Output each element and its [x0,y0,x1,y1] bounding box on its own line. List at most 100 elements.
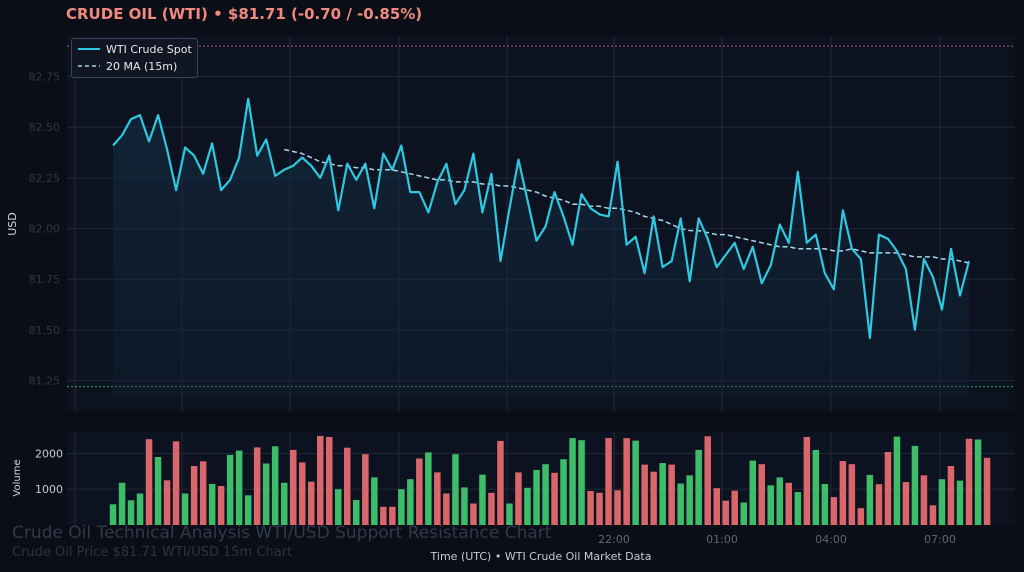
volume-bar [281,482,288,525]
price-y-tick-label: 82.25 [29,172,61,185]
price-change: (-0.70 / -0.85%) [291,5,423,23]
volume-bar [136,493,144,525]
volume-bar [668,464,675,525]
x-caption-bullet: • [494,550,502,563]
volume-bar [794,492,802,525]
volume-bar [947,466,955,525]
volume-bar [857,508,865,525]
watermark-title: Crude Oil Technical Analysis WTI/USD Sup… [12,523,552,543]
volume-bar [533,469,540,525]
volume-bar [605,438,612,525]
legend: WTI Crude Spot 20 MA (15m) [71,38,198,78]
volume-bar [974,439,982,525]
volume-bar [569,438,576,525]
volume-bar [740,502,747,525]
volume-bar [497,440,504,525]
price-y-tick-label: 81.75 [29,273,61,286]
volume-bar [362,454,369,525]
volume-bar [614,490,621,525]
volume-bar [290,449,297,525]
volume-bar [587,491,594,525]
price-y-tick-label: 82.75 [29,71,61,84]
volume-bar [452,454,459,525]
volume-bar [902,482,910,525]
volume-bar [244,495,252,525]
volume-bar [181,493,189,525]
volume-bar [398,489,405,525]
volume-bar [208,483,216,525]
volume-bar [262,463,270,525]
volume-bar [479,474,486,525]
volume-bar [686,475,693,525]
volume-bar [542,464,549,525]
volume-y-tick-label: 2000 [35,447,63,460]
price-ylabel: USD [6,212,19,236]
volume-bar [911,445,919,525]
volume-bar [524,487,531,525]
volume-bar [425,452,432,525]
volume-bar [416,458,423,525]
x-axis: 22:00 01:00 04:00 07:00 [598,533,956,546]
legend-swatch-ma [78,65,100,67]
volume-bar [875,484,883,525]
volume-bar [893,436,901,525]
price-y-tick-label: 81.50 [29,324,61,337]
legend-item-spot: WTI Crude Spot [78,42,192,56]
volume-bar [929,505,937,525]
legend-label-spot: WTI Crude Spot [106,42,192,56]
volume-bar [749,460,756,525]
volume-bar [659,463,666,525]
volume-bar [713,488,720,525]
volume-bar [190,466,198,525]
x-axis-caption: Time (UTC) • WTI Crude Oil Market Data [0,550,1024,563]
volume-bar [812,449,820,525]
volume-bar [127,500,135,525]
volume-bar [830,497,838,525]
x-caption-source: WTI Crude Oil Market Data [504,550,652,563]
volume-bar [767,485,774,525]
volume-bar [172,441,180,525]
volume-bar [983,457,991,525]
instrument-name: CRUDE OIL (WTI) [66,5,208,23]
volume-ylabel: Volume [12,459,23,496]
volume-bar [199,461,207,525]
volume-bar [821,483,829,525]
chart-canvas: 81.25 81.50 81.75 82.00 82.25 82.50 82.75 1000… [6,36,1015,546]
volume-bar [956,480,964,525]
x-tick-label: 07:00 [924,533,956,546]
volume-bar [371,477,378,525]
x-tick-label: 22:00 [598,533,630,546]
volume-bar [506,503,513,525]
volume-bar [217,486,225,525]
volume-bar [938,479,946,525]
volume-bar [488,492,495,525]
headline-bullet: • [213,5,223,23]
volume-bar [803,437,811,525]
price-y-tick-label: 82.50 [29,121,61,134]
volume-bar [596,492,603,525]
volume-bar [965,438,973,525]
volume-bar [632,440,639,525]
volume-y-tick-label: 1000 [35,483,63,496]
volume-bar [118,482,126,525]
legend-label-ma: 20 MA (15m) [106,59,178,73]
x-axis-label: Time (UTC) [430,550,492,563]
volume-bar [253,447,261,525]
volume-bar [578,440,585,525]
volume-bar [641,464,648,525]
volume-bar [407,479,414,525]
volume-bar [443,493,450,525]
volume-bar [677,483,684,525]
volume-bar [551,472,558,525]
current-price: $81.71 [227,5,286,23]
volume-bar [344,447,351,525]
volume-bar [731,490,738,525]
volume-bar [299,462,306,525]
volume-bar [271,446,279,525]
volume-bar [848,464,856,525]
legend-item-ma: 20 MA (15m) [78,59,177,73]
volume-bar [695,449,702,525]
legend-swatch-spot [78,48,100,50]
volume-bar [235,450,243,525]
volume-bar [515,472,522,525]
